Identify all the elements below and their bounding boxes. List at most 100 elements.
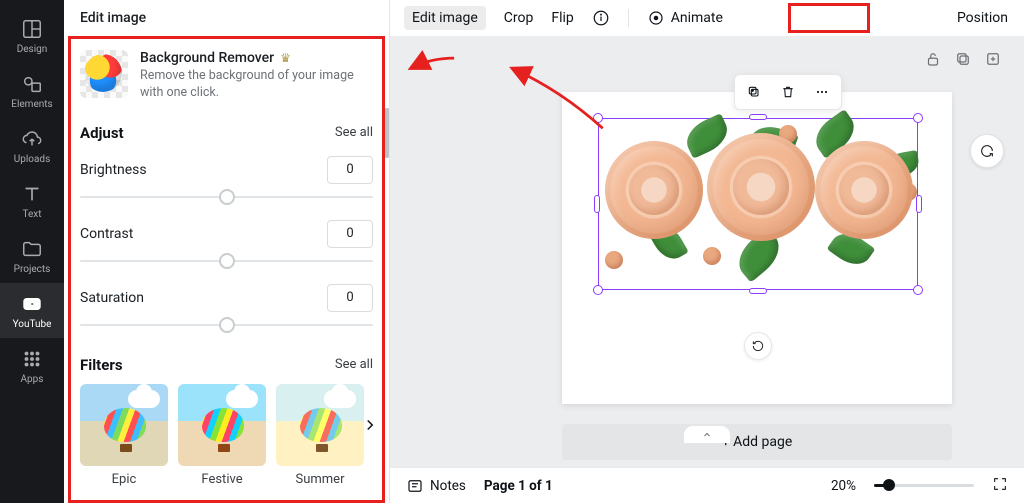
toolbar-crop[interactable]: Crop	[504, 10, 534, 26]
nav-uploads[interactable]: Uploads	[0, 118, 64, 173]
selection-toolbar	[734, 74, 842, 110]
zoom-label[interactable]: 20%	[831, 478, 856, 494]
saturation-label: Saturation	[80, 290, 144, 306]
animate-icon	[647, 9, 665, 27]
contrast-slider[interactable]	[80, 252, 373, 270]
notes-button[interactable]: Notes	[406, 477, 466, 495]
delete-element-button[interactable]	[775, 79, 801, 105]
adjust-title: Adjust	[80, 124, 124, 142]
toolbar-position[interactable]: Position	[957, 10, 1008, 26]
duplicate-page-button[interactable]	[954, 50, 972, 72]
lock-page-button[interactable]	[924, 50, 942, 72]
more-icon	[814, 84, 830, 100]
toolbar-flip[interactable]: Flip	[551, 10, 573, 26]
text-icon	[21, 183, 43, 205]
panel-scrollbar[interactable]	[383, 108, 389, 158]
adjust-contrast: Contrast 0	[80, 220, 373, 270]
brightness-label: Brightness	[80, 162, 147, 178]
side-panel-title: Edit image	[64, 0, 389, 36]
cloud-upload-icon	[21, 128, 43, 150]
filter-name: Epic	[80, 472, 168, 487]
selected-image[interactable]	[599, 119, 917, 289]
resize-handle[interactable]	[913, 285, 923, 295]
brightness-slider[interactable]	[80, 188, 373, 206]
thumbnail-drawer-toggle[interactable]	[683, 425, 731, 443]
nav-projects[interactable]: Projects	[0, 228, 64, 283]
nav-text[interactable]: Text	[0, 173, 64, 228]
chevron-up-icon	[701, 429, 713, 441]
expand-icon	[992, 476, 1008, 492]
resize-edge[interactable]	[749, 288, 767, 294]
zoom-slider[interactable]	[874, 484, 974, 487]
notes-label: Notes	[430, 478, 466, 494]
rotate-icon	[751, 339, 765, 353]
folder-icon	[21, 238, 43, 260]
add-page-bar[interactable]: + Add page	[562, 424, 952, 460]
grid-icon	[21, 348, 43, 370]
add-page-icon	[984, 50, 1002, 68]
nav-youtube[interactable]: YouTube	[0, 283, 64, 338]
bg-remover-thumb	[80, 50, 128, 98]
pro-crown-icon: ♛	[280, 51, 291, 65]
add-page-button[interactable]	[984, 50, 1002, 72]
adjust-see-all[interactable]: See all	[335, 125, 373, 140]
nav-label: Apps	[21, 374, 44, 385]
reset-button[interactable]	[970, 134, 1004, 168]
layout-icon	[21, 18, 43, 40]
resize-edge[interactable]	[594, 195, 600, 213]
saturation-value[interactable]: 0	[327, 284, 373, 312]
main-area: Edit image Crop Flip Animate Position	[390, 0, 1024, 503]
beachball-icon	[84, 54, 122, 92]
nav-label: Elements	[11, 99, 52, 110]
toolbar-edit-image[interactable]: Edit image	[404, 6, 486, 30]
filter-festive[interactable]: Festive	[178, 384, 266, 487]
adjust-brightness: Brightness 0	[80, 156, 373, 206]
animate-label: Animate	[671, 10, 723, 26]
rotate-handle[interactable]	[744, 332, 772, 360]
filter-epic[interactable]: Epic	[80, 384, 168, 487]
shapes-icon	[21, 73, 43, 95]
resize-edge[interactable]	[916, 195, 922, 213]
youtube-icon	[21, 293, 43, 315]
filters-title: Filters	[80, 356, 123, 374]
fullscreen-button[interactable]	[992, 476, 1008, 496]
brightness-value[interactable]: 0	[327, 156, 373, 184]
bg-remover-desc: Remove the background of your image with…	[140, 68, 373, 102]
selection-box[interactable]	[598, 118, 918, 290]
nav-elements[interactable]: Elements	[0, 63, 64, 118]
filter-summer[interactable]: Summer	[276, 384, 364, 487]
chevron-right-icon	[361, 416, 379, 434]
filters-next-button[interactable]	[361, 416, 379, 434]
duplicate-icon	[954, 50, 972, 68]
nav-label: Projects	[14, 264, 51, 275]
info-icon	[592, 9, 610, 27]
toolbar-animate[interactable]: Animate	[647, 9, 723, 27]
duplicate-element-button[interactable]	[741, 79, 767, 105]
resize-edge[interactable]	[749, 114, 767, 120]
more-element-button[interactable]	[809, 79, 835, 105]
nav-design[interactable]: Design	[0, 8, 64, 63]
resize-handle[interactable]	[593, 113, 603, 123]
nav-apps[interactable]: Apps	[0, 338, 64, 393]
toolbar-info[interactable]	[592, 9, 610, 27]
canvas[interactable]: + Add page	[390, 36, 1024, 467]
filter-name: Festive	[178, 472, 266, 487]
image-toolbar: Edit image Crop Flip Animate Position	[390, 0, 1024, 36]
filters-see-all[interactable]: See all	[335, 357, 373, 372]
saturation-slider[interactable]	[80, 316, 373, 334]
bg-remover-card[interactable]: Background Remover ♛ Remove the backgrou…	[80, 46, 373, 116]
filters-row: Epic Festive Summer	[80, 384, 373, 487]
unlock-icon	[924, 50, 942, 68]
resize-handle[interactable]	[593, 285, 603, 295]
nav-label: Design	[17, 44, 48, 55]
page-action-icons	[924, 50, 1002, 72]
resize-handle[interactable]	[913, 113, 923, 123]
nav-label: YouTube	[13, 319, 52, 330]
adjust-saturation: Saturation 0	[80, 284, 373, 334]
duplicate-icon	[746, 84, 762, 100]
vertical-nav: Design Elements Uploads Text Projects Yo…	[0, 0, 64, 503]
nav-label: Uploads	[14, 154, 50, 165]
trash-icon	[780, 84, 796, 100]
contrast-value[interactable]: 0	[327, 220, 373, 248]
page-indicator: Page 1 of 1	[484, 478, 553, 494]
